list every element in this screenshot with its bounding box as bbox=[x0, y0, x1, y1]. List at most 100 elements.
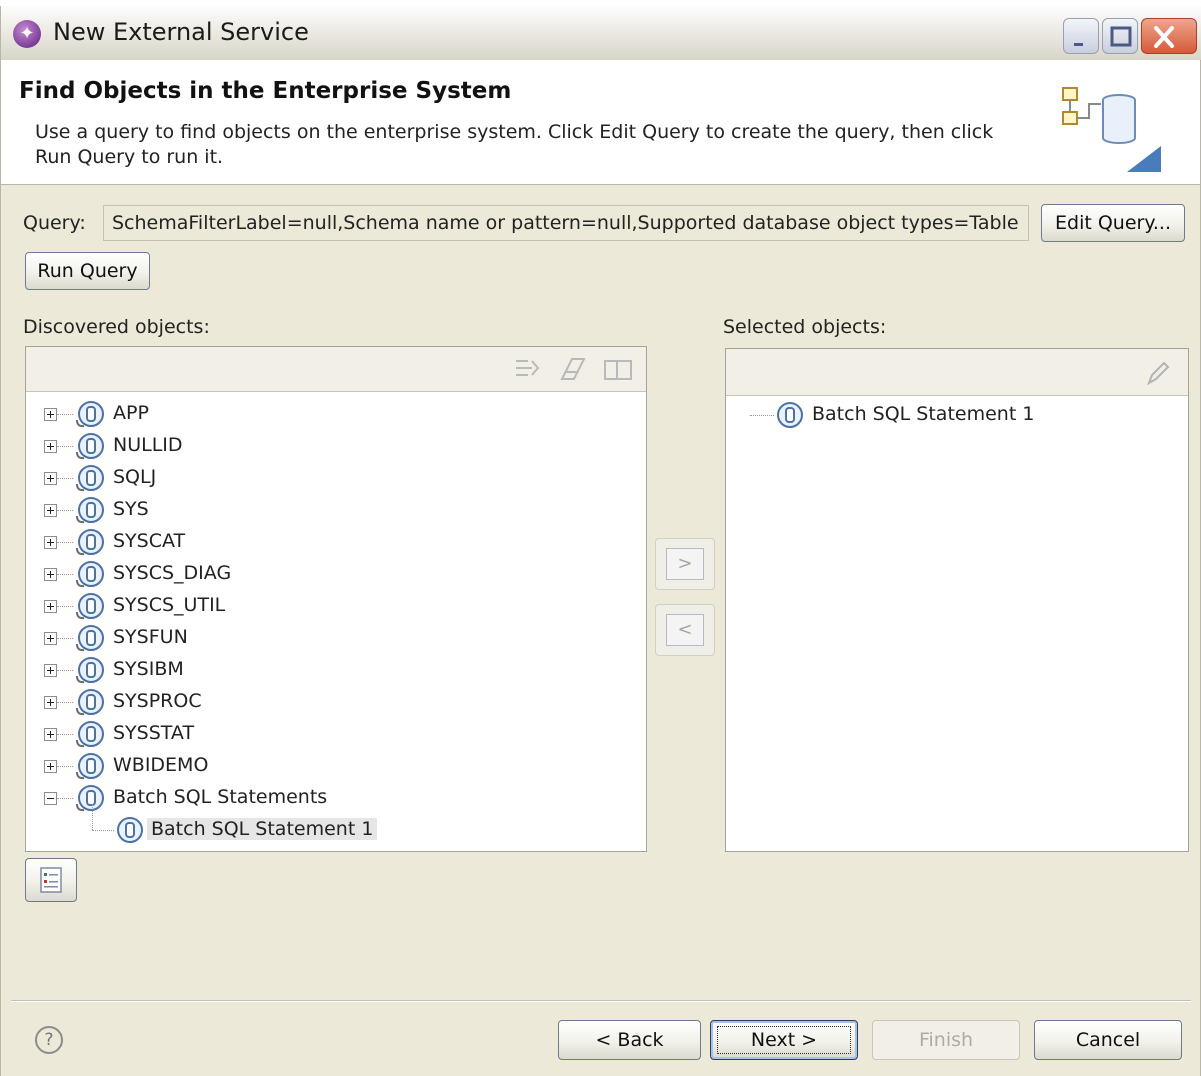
tree-connector bbox=[57, 574, 73, 575]
expand-toggle-icon[interactable] bbox=[44, 408, 57, 421]
tree-item-sysibm[interactable]: SYSIBM bbox=[26, 654, 626, 686]
tree-item-label: SYSIBM bbox=[113, 658, 184, 680]
chevron-right-icon: > bbox=[666, 548, 704, 580]
tree-item-label: SYSCS_DIAG bbox=[113, 562, 232, 584]
tree-connector bbox=[57, 606, 73, 607]
filter-icon[interactable] bbox=[512, 355, 542, 388]
sql-statement-icon bbox=[776, 401, 804, 434]
expand-toggle-icon[interactable] bbox=[44, 632, 57, 645]
wizard-header: Find Objects in the Enterprise System Us… bbox=[1, 60, 1200, 185]
selected-item-batch-sql-statement-1[interactable]: Batch SQL Statement 1 bbox=[726, 399, 1186, 431]
properties-icon[interactable] bbox=[602, 355, 634, 388]
tree-item-label: SYSFUN bbox=[113, 626, 188, 648]
remove-selected-button[interactable]: < bbox=[655, 604, 715, 656]
edit-filter-icon[interactable] bbox=[558, 355, 588, 388]
collapse-toggle-icon[interactable] bbox=[44, 792, 57, 805]
edit-query-button[interactable]: Edit Query... bbox=[1041, 204, 1185, 242]
focus-ring bbox=[717, 1026, 851, 1054]
schema-icon bbox=[74, 560, 106, 593]
discovered-toolbar bbox=[26, 347, 646, 392]
expand-toggle-icon[interactable] bbox=[44, 568, 57, 581]
tree-connector bbox=[57, 446, 73, 447]
expand-toggle-icon[interactable] bbox=[44, 696, 57, 709]
tree-connector bbox=[57, 734, 73, 735]
sql-statement-icon bbox=[116, 816, 144, 849]
minimize-button[interactable] bbox=[1063, 18, 1099, 54]
tree-item-label: SQLJ bbox=[113, 466, 157, 488]
schema-icon bbox=[74, 464, 106, 497]
tree-item-label: Batch SQL Statement 1 bbox=[147, 818, 378, 840]
tree-item-label: Batch SQL Statements bbox=[113, 786, 328, 808]
expand-toggle-icon[interactable] bbox=[44, 440, 57, 453]
page-title: Find Objects in the Enterprise System bbox=[19, 78, 512, 104]
app-logo-icon: ✦ bbox=[13, 20, 41, 48]
tree-item-nullid[interactable]: NULLID bbox=[26, 430, 626, 462]
tree-item-syscs-diag[interactable]: SYSCS_DIAG bbox=[26, 558, 626, 590]
tree-item-label: SYSCAT bbox=[113, 530, 186, 552]
tree-connector bbox=[57, 638, 73, 639]
tree-connector bbox=[57, 798, 73, 799]
schema-icon bbox=[74, 624, 106, 657]
tree-item-label: SYSPROC bbox=[113, 690, 202, 712]
schema-icon bbox=[74, 784, 106, 817]
chevron-left-icon: < bbox=[666, 614, 704, 646]
tree-item-label: SYS bbox=[113, 498, 149, 520]
tree-item-syscs-util[interactable]: SYSCS_UTIL bbox=[26, 590, 626, 622]
tree-item-label: WBIDEMO bbox=[113, 754, 209, 776]
tree-item-sysstat[interactable]: SYSSTAT bbox=[26, 718, 626, 750]
tree-connector bbox=[57, 478, 73, 479]
footer-separator bbox=[11, 1000, 1191, 1002]
tree-item-batch-sql-statement-1[interactable]: Batch SQL Statement 1 bbox=[26, 804, 626, 849]
tree-item-sqlj[interactable]: SQLJ bbox=[26, 462, 626, 494]
expand-toggle-icon[interactable] bbox=[44, 600, 57, 613]
tree-connector bbox=[57, 414, 73, 415]
maximize-button[interactable] bbox=[1102, 18, 1138, 54]
schema-icon bbox=[74, 528, 106, 561]
finish-button[interactable]: Finish bbox=[872, 1020, 1020, 1060]
tree-item-label: APP bbox=[113, 402, 149, 424]
expand-toggle-icon[interactable] bbox=[44, 728, 57, 741]
tree-connector bbox=[57, 542, 73, 543]
expand-toggle-icon[interactable] bbox=[44, 664, 57, 677]
schema-icon bbox=[74, 496, 106, 529]
tree-item-sysfun[interactable]: SYSFUN bbox=[26, 622, 626, 654]
selected-objects-label: Selected objects: bbox=[723, 316, 887, 338]
tree-item-sysproc[interactable]: SYSPROC bbox=[26, 686, 626, 718]
expand-toggle-icon[interactable] bbox=[44, 472, 57, 485]
add-selected-button[interactable]: > bbox=[655, 538, 715, 590]
tree-item-batch-sql-statements[interactable]: Batch SQL Statements bbox=[26, 782, 626, 814]
window-title: New External Service bbox=[53, 18, 309, 46]
next-button[interactable]: Next > bbox=[710, 1020, 858, 1060]
schema-icon bbox=[74, 400, 106, 433]
tree-connector bbox=[57, 510, 73, 511]
tree-item-wbidemo[interactable]: WBIDEMO bbox=[26, 750, 626, 782]
dialog-window: ✦ New External Service Find Objects in t… bbox=[0, 6, 1201, 1076]
pencil-icon[interactable] bbox=[1144, 359, 1172, 392]
discovered-objects-panel: APP NULLID SQLJ SYS SYSCAT SYSCS_DIAG SYSCS_UT… bbox=[25, 346, 647, 852]
expand-toggle-icon[interactable] bbox=[44, 760, 57, 773]
selected-item-label: Batch SQL Statement 1 bbox=[812, 403, 1035, 425]
expand-toggle-icon[interactable] bbox=[44, 504, 57, 517]
tree-connector bbox=[57, 766, 73, 767]
details-button[interactable] bbox=[25, 858, 77, 902]
tree-connector bbox=[57, 702, 73, 703]
selected-objects-panel: Batch SQL Statement 1 bbox=[725, 348, 1189, 852]
tree-item-syscat[interactable]: SYSCAT bbox=[26, 526, 626, 558]
details-list-icon bbox=[40, 867, 62, 893]
expand-toggle-icon[interactable] bbox=[44, 536, 57, 549]
tree-connector bbox=[57, 670, 73, 671]
schema-icon bbox=[74, 432, 106, 465]
close-button[interactable] bbox=[1141, 18, 1197, 54]
help-icon[interactable]: ? bbox=[35, 1026, 63, 1054]
tree-item-label: SYSCS_UTIL bbox=[113, 594, 226, 616]
back-button[interactable]: < Back bbox=[558, 1020, 701, 1060]
cancel-button[interactable]: Cancel bbox=[1034, 1020, 1182, 1060]
discovered-objects-label: Discovered objects: bbox=[23, 316, 210, 338]
tree-item-sys[interactable]: SYS bbox=[26, 494, 626, 526]
page-description: Use a query to find objects on the enter… bbox=[35, 121, 994, 168]
schema-icon bbox=[74, 656, 106, 689]
tree-item-app[interactable]: APP bbox=[26, 398, 626, 430]
run-query-button[interactable]: Run Query bbox=[25, 252, 150, 290]
query-field: SchemaFilterLabel=null,Schema name or pa… bbox=[103, 205, 1029, 241]
tree-item-label: NULLID bbox=[113, 434, 183, 456]
